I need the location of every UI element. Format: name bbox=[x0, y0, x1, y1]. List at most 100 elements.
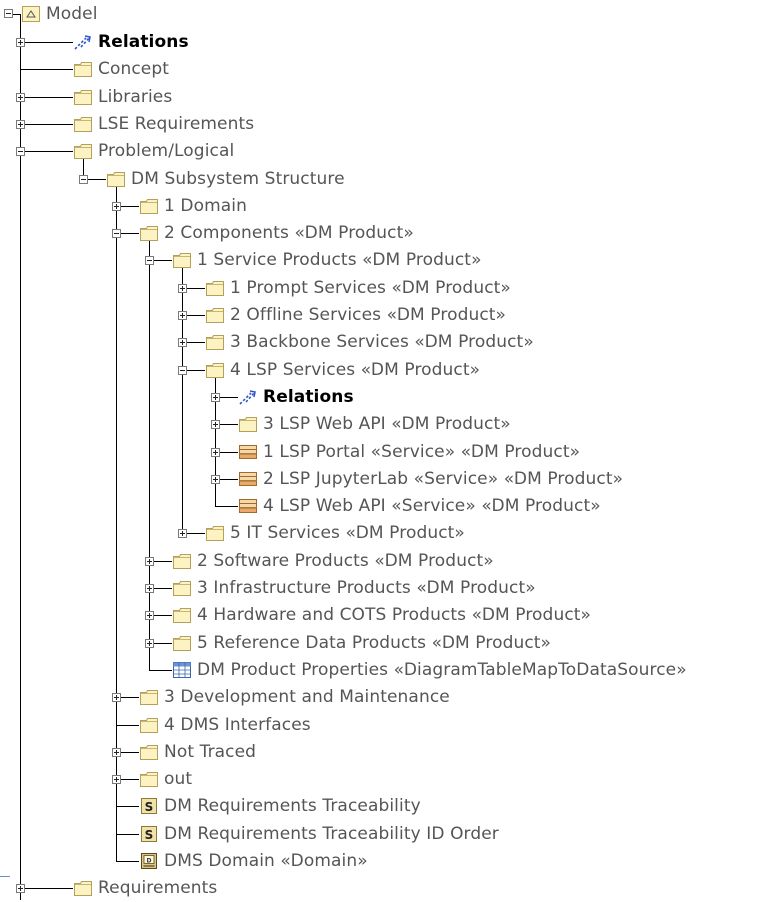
tree-node[interactable]: out bbox=[0, 765, 781, 793]
containment-tree: Model Relations Concept Libraries LSE Requi… bbox=[0, 0, 781, 900]
folder-icon bbox=[206, 280, 224, 296]
collapse-toggle[interactable] bbox=[178, 365, 187, 375]
tree-node-label: Relations bbox=[98, 32, 189, 52]
tree-node[interactable]: Relations bbox=[0, 28, 781, 56]
service-icon bbox=[239, 444, 257, 459]
folder-icon bbox=[239, 417, 257, 433]
tree-node[interactable]: 4 Hardware and COTS Products «DM Product… bbox=[0, 601, 781, 629]
tree-node[interactable]: 3 Backbone Services «DM Product» bbox=[0, 328, 781, 356]
expand-toggle[interactable] bbox=[145, 638, 154, 648]
tree-node[interactable]: 4 LSP Web API «Service» «DM Product» bbox=[0, 492, 781, 520]
tree-node-label: 4 Hardware and COTS Products «DM Product… bbox=[197, 605, 592, 626]
folder-icon bbox=[140, 226, 158, 242]
tree-node[interactable]: DM Subsystem Structure bbox=[0, 165, 781, 193]
tree-node-label: DM Requirements Traceability bbox=[164, 796, 421, 817]
folder-icon bbox=[74, 62, 92, 78]
tree-node[interactable]: 5 IT Services «DM Product» bbox=[0, 519, 781, 547]
collapse-toggle[interactable] bbox=[145, 256, 154, 266]
expand-toggle[interactable] bbox=[145, 584, 154, 593]
expand-toggle[interactable] bbox=[178, 338, 187, 348]
tree-node-label: 3 Development and Maintenance bbox=[164, 687, 450, 708]
tree-node[interactable]: 4 LSP Services «DM Product» bbox=[0, 356, 781, 384]
tree-node-label: 5 Reference Data Products «DM Product» bbox=[197, 632, 552, 653]
domain-icon: D bbox=[141, 853, 157, 869]
tree-node[interactable]: 1 Service Products «DM Product» bbox=[0, 246, 781, 274]
tree-node[interactable]: Libraries bbox=[0, 83, 781, 111]
tree-node-label: LSE Requirements bbox=[98, 113, 255, 134]
tree-node-label: Problem/Logical bbox=[98, 141, 235, 162]
relations-icon bbox=[74, 35, 91, 50]
tree-connector bbox=[116, 724, 139, 726]
expand-toggle[interactable] bbox=[16, 119, 25, 129]
expand-toggle[interactable] bbox=[211, 474, 220, 484]
tree-node[interactable]: Concept bbox=[0, 55, 781, 83]
expand-toggle[interactable] bbox=[178, 529, 187, 539]
tree-node[interactable]: 3 LSP Web API «DM Product» bbox=[0, 410, 781, 438]
tree-node-label: Requirements bbox=[98, 878, 218, 899]
tree-node[interactable]: 1 Prompt Services «DM Product» bbox=[0, 274, 781, 302]
tree-node-label: 5 IT Services «DM Product» bbox=[230, 523, 465, 544]
expand-toggle[interactable] bbox=[211, 420, 220, 430]
expand-toggle[interactable] bbox=[145, 611, 154, 621]
tree-connector bbox=[116, 833, 139, 835]
expand-toggle[interactable] bbox=[16, 92, 25, 102]
tree-node-label: DM Requirements Traceability ID Order bbox=[164, 823, 499, 844]
tree-node-label: 3 Backbone Services «DM Product» bbox=[230, 332, 534, 353]
tree-connector bbox=[116, 806, 139, 808]
tree-node[interactable]: LSE Requirements bbox=[0, 110, 781, 138]
tree-node[interactable]: 3 Development and Maintenance bbox=[0, 683, 781, 711]
tree-node[interactable]: S DM Requirements Traceability ID Order bbox=[0, 820, 781, 848]
expand-toggle[interactable] bbox=[16, 884, 25, 894]
svg-text:D: D bbox=[147, 858, 152, 865]
collapse-toggle[interactable] bbox=[4, 9, 13, 18]
tree-connector bbox=[20, 123, 73, 125]
collapse-toggle[interactable] bbox=[79, 174, 88, 184]
tree-node-label: 3 LSP Web API «DM Product» bbox=[263, 414, 511, 435]
tree-node[interactable]: 2 Components «DM Product» bbox=[0, 219, 781, 247]
expand-toggle[interactable] bbox=[112, 747, 121, 757]
tree-node[interactable]: DM Product Properties «DiagramTableMapTo… bbox=[0, 656, 781, 684]
tree-node-label: Model bbox=[46, 4, 98, 24]
tree-node[interactable]: Relations bbox=[0, 383, 781, 411]
script-icon: S bbox=[141, 825, 157, 842]
tree-node[interactable]: 5 Reference Data Products «DM Product» bbox=[0, 629, 781, 657]
tree-node[interactable]: 1 LSP Portal «Service» «DM Product» bbox=[0, 438, 781, 466]
expand-toggle[interactable] bbox=[16, 38, 25, 47]
tree-connector bbox=[20, 69, 73, 71]
folder-icon bbox=[173, 635, 191, 651]
tree-node-label: 4 LSP Services «DM Product» bbox=[230, 359, 481, 380]
expand-toggle[interactable] bbox=[112, 201, 121, 211]
folder-icon bbox=[140, 198, 158, 214]
tree-node[interactable]: Problem/Logical bbox=[0, 137, 781, 165]
folder-icon bbox=[206, 362, 224, 378]
expand-toggle[interactable] bbox=[211, 447, 220, 457]
expand-toggle[interactable] bbox=[178, 283, 187, 293]
tree-node-label: out bbox=[164, 769, 193, 790]
tree-node[interactable]: 2 Software Products «DM Product» bbox=[0, 547, 781, 575]
tree-node-label: 2 Components «DM Product» bbox=[164, 223, 414, 244]
tree-node[interactable]: Requirements bbox=[0, 874, 781, 902]
folder-icon bbox=[140, 690, 158, 706]
tree-node[interactable]: 4 DMS Interfaces bbox=[0, 711, 781, 739]
service-icon bbox=[239, 499, 257, 514]
tree-node[interactable]: 2 LSP JupyterLab «Service» «DM Product» bbox=[0, 465, 781, 493]
expand-toggle[interactable] bbox=[178, 311, 187, 320]
collapse-toggle[interactable] bbox=[16, 147, 25, 157]
expand-toggle[interactable] bbox=[145, 556, 154, 566]
tree-node-label: 2 LSP JupyterLab «Service» «DM Product» bbox=[263, 468, 624, 489]
tree-node[interactable]: S DM Requirements Traceability bbox=[0, 792, 781, 820]
collapse-toggle[interactable] bbox=[112, 229, 121, 239]
tree-node[interactable]: Not Traced bbox=[0, 738, 781, 766]
tree-node[interactable]: 1 Domain bbox=[0, 192, 781, 220]
tree-node[interactable]: 3 Infrastructure Products «DM Product» bbox=[0, 574, 781, 602]
expand-toggle[interactable] bbox=[211, 392, 220, 402]
folder-icon bbox=[140, 717, 158, 733]
tree-node[interactable]: 2 Offline Services «DM Product» bbox=[0, 301, 781, 329]
tree-node-label: DMS Domain «Domain» bbox=[164, 851, 368, 871]
expand-toggle[interactable] bbox=[112, 775, 121, 785]
expand-toggle[interactable] bbox=[112, 693, 121, 703]
tree-node-root[interactable]: Model bbox=[0, 0, 781, 28]
folder-icon bbox=[173, 253, 191, 269]
tree-node[interactable]: D DMS Domain «Domain» bbox=[0, 847, 781, 875]
tree-node-label: 4 DMS Interfaces bbox=[164, 714, 311, 735]
